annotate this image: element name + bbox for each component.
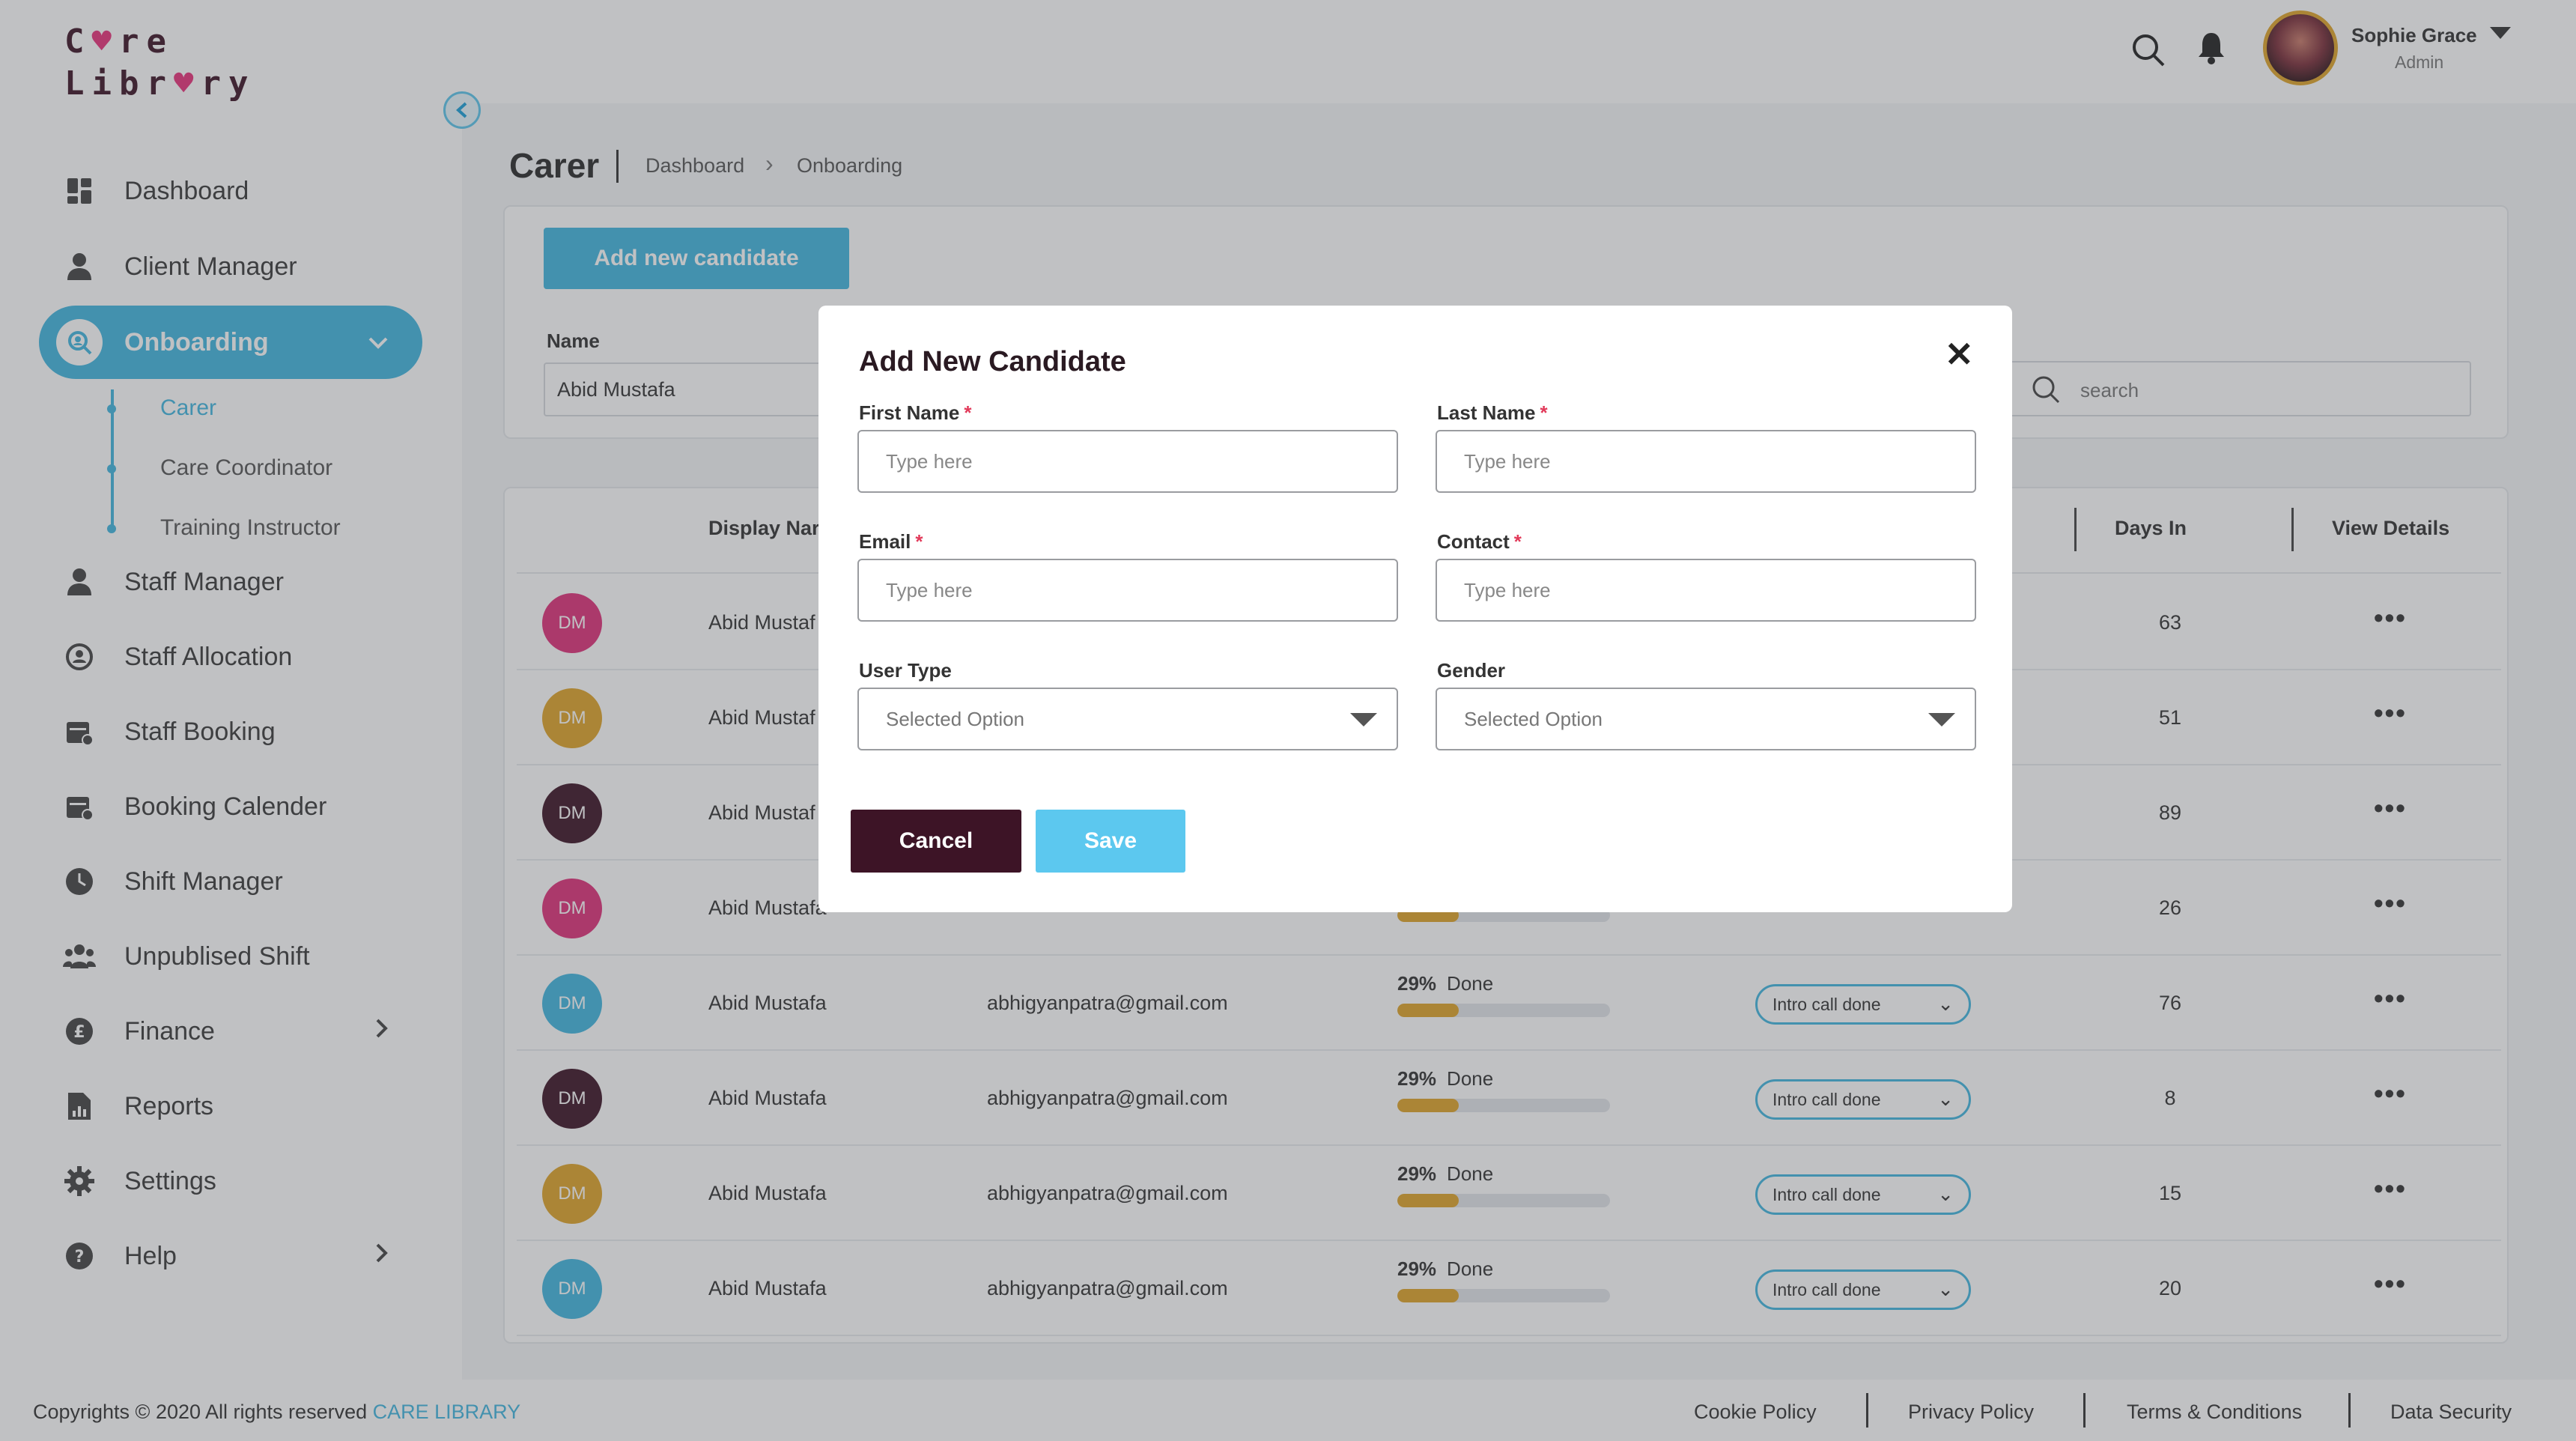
- user-type-select[interactable]: Selected Option: [857, 688, 1398, 750]
- first-name-label: First Name *: [859, 401, 972, 424]
- last-name-label: Last Name *: [1437, 401, 1548, 424]
- gender-select[interactable]: Selected Option: [1436, 688, 1976, 750]
- last-name-input[interactable]: [1436, 430, 1976, 493]
- caret-down-icon: [1928, 713, 1955, 726]
- save-button[interactable]: Save: [1036, 810, 1185, 873]
- gender-label: Gender: [1437, 659, 1506, 682]
- add-candidate-modal: Add New Candidate ✕ First Name* Last Nam…: [818, 306, 2012, 912]
- modal-title: Add New Candidate: [859, 346, 1126, 377]
- email-field[interactable]: [857, 559, 1398, 622]
- close-icon[interactable]: ✕: [1945, 334, 1974, 374]
- user-type-label: User Type: [859, 659, 952, 682]
- first-name-input[interactable]: [857, 430, 1398, 493]
- cancel-button[interactable]: Cancel: [851, 810, 1021, 873]
- gender-value: Selected Option: [1464, 707, 1603, 730]
- user-type-value: Selected Option: [886, 707, 1025, 730]
- email-label: Email *: [859, 530, 923, 553]
- contact-input[interactable]: [1436, 559, 1976, 622]
- caret-down-icon: [1350, 713, 1377, 726]
- contact-label: Contact *: [1437, 530, 1522, 553]
